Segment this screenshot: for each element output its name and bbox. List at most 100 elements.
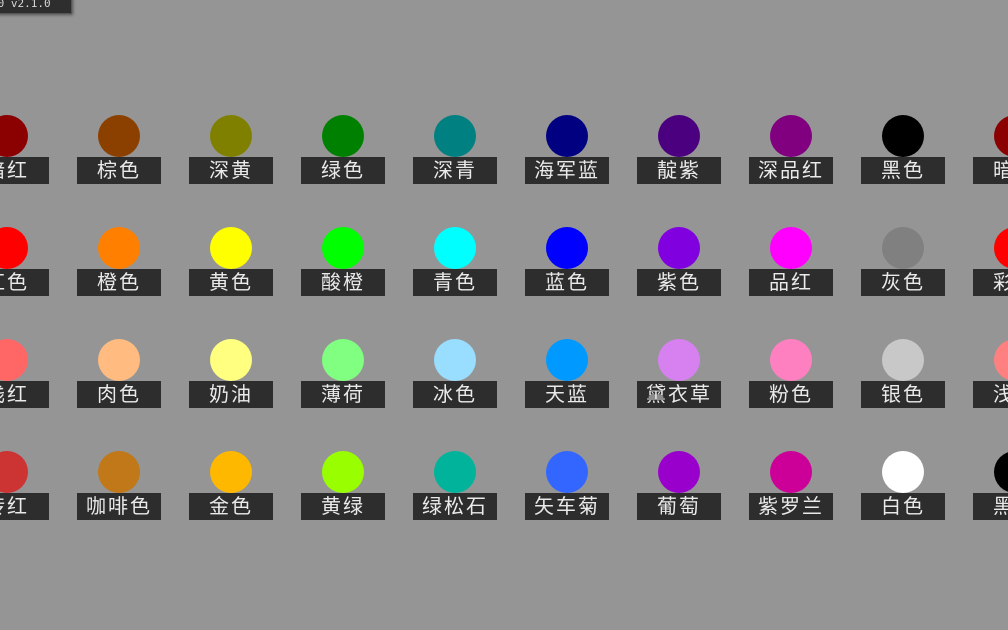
color-dot (770, 451, 812, 493)
color-name-label: 薄荷 (301, 381, 385, 408)
color-name-label: 黑色 (973, 493, 1008, 520)
color-name-label: 靛紫 (637, 157, 721, 184)
color-name-label: 灰色 (861, 269, 945, 296)
color-dot (546, 451, 588, 493)
color-swatch[interactable]: 棕色 (77, 115, 161, 185)
color-name-label: 天蓝 (525, 381, 609, 408)
color-name-label: 品红 (749, 269, 833, 296)
color-swatch[interactable]: 奶油 (189, 339, 273, 409)
color-name-label: 葡萄 (637, 493, 721, 520)
color-dot (994, 115, 1008, 157)
color-name-label: 绿松石 (413, 493, 497, 520)
color-dot (994, 227, 1008, 269)
color-dot (994, 339, 1008, 381)
color-swatch[interactable]: 黛衣草 (637, 339, 721, 409)
color-swatch[interactable]: 黄色 (189, 227, 273, 297)
color-swatch[interactable]: 深青 (413, 115, 497, 185)
color-name-label: 黄绿 (301, 493, 385, 520)
color-swatch[interactable]: 橙色 (77, 227, 161, 297)
color-dot (322, 339, 364, 381)
color-swatch[interactable]: 灰色 (861, 227, 945, 297)
color-swatch[interactable]: 紫罗兰 (749, 451, 833, 521)
color-name-label: 绿色 (301, 157, 385, 184)
color-dot (658, 339, 700, 381)
color-dot (434, 451, 476, 493)
color-swatch[interactable]: 粉色 (749, 339, 833, 409)
color-swatch[interactable]: 蓝色 (525, 227, 609, 297)
color-dot (882, 339, 924, 381)
color-name-label: 黛衣草 (637, 381, 721, 408)
color-name-label: 暗红 (973, 157, 1008, 184)
color-name-label: 黑色 (861, 157, 945, 184)
color-swatch[interactable]: 黑色 (973, 451, 1008, 521)
color-dot (546, 227, 588, 269)
color-dot (658, 451, 700, 493)
color-name-label: 紫罗兰 (749, 493, 833, 520)
color-swatch[interactable]: 青色 (413, 227, 497, 297)
color-swatch[interactable]: 暗红 (0, 115, 49, 185)
color-swatch[interactable]: 品红 (749, 227, 833, 297)
color-swatch[interactable]: 酸橙 (301, 227, 385, 297)
color-swatch[interactable]: 深品红 (749, 115, 833, 185)
color-swatch[interactable]: 浅红 (0, 339, 49, 409)
color-swatch[interactable]: 深黄 (189, 115, 273, 185)
color-name-label: 咖啡色 (77, 493, 161, 520)
color-dot (98, 227, 140, 269)
color-swatch[interactable]: 紫色 (637, 227, 721, 297)
color-dot (994, 451, 1008, 493)
color-name-label: 暗红 (0, 157, 49, 184)
color-swatch[interactable]: 彩红 (973, 227, 1008, 297)
color-dot (210, 339, 252, 381)
color-swatch[interactable]: 冰色 (413, 339, 497, 409)
color-swatch[interactable]: 靛紫 (637, 115, 721, 185)
color-name-label: 肉色 (77, 381, 161, 408)
color-swatch[interactable]: 天蓝 (525, 339, 609, 409)
color-swatch[interactable]: 绿色 (301, 115, 385, 185)
color-swatch[interactable]: 银色 (861, 339, 945, 409)
color-swatch[interactable]: 咖啡色 (77, 451, 161, 521)
color-swatch[interactable]: 海军蓝 (525, 115, 609, 185)
color-swatch[interactable]: 矢车菊 (525, 451, 609, 521)
color-dot (882, 227, 924, 269)
color-swatch[interactable]: 肉色 (77, 339, 161, 409)
color-dot (322, 451, 364, 493)
color-name-label: 浅红 (0, 381, 49, 408)
color-dot (434, 227, 476, 269)
color-name-label: 棕色 (77, 157, 161, 184)
color-name-label: 海军蓝 (525, 157, 609, 184)
color-swatch[interactable]: 金色 (189, 451, 273, 521)
color-name-label: 奶油 (189, 381, 273, 408)
color-swatch[interactable]: 黄绿 (301, 451, 385, 521)
color-dot (434, 115, 476, 157)
color-name-label: 蓝色 (525, 269, 609, 296)
color-swatch[interactable]: 暗红 (973, 115, 1008, 185)
color-dot (770, 339, 812, 381)
color-name-label: 青色 (413, 269, 497, 296)
color-name-label: 粉色 (749, 381, 833, 408)
color-swatch[interactable]: 绿松石 (413, 451, 497, 521)
color-dot (0, 227, 28, 269)
color-dot (546, 115, 588, 157)
color-name-label: 砖红 (0, 493, 49, 520)
color-dot (882, 451, 924, 493)
color-dot (770, 227, 812, 269)
color-name-label: 黄色 (189, 269, 273, 296)
color-dot (98, 339, 140, 381)
color-dot (770, 115, 812, 157)
color-swatch[interactable]: 白色 (861, 451, 945, 521)
color-name-label: 深黄 (189, 157, 273, 184)
color-dot (98, 115, 140, 157)
color-dot (434, 339, 476, 381)
color-swatch[interactable]: 薄荷 (301, 339, 385, 409)
color-swatch[interactable]: 浅红 (973, 339, 1008, 409)
color-swatch[interactable]: 葡萄 (637, 451, 721, 521)
color-swatch[interactable]: 黑色 (861, 115, 945, 185)
color-swatch[interactable]: 红色 (0, 227, 49, 297)
color-dot (0, 451, 28, 493)
color-dot (882, 115, 924, 157)
color-dot (210, 451, 252, 493)
color-dot (0, 115, 28, 157)
color-name-label: 紫色 (637, 269, 721, 296)
color-name-label: 深青 (413, 157, 497, 184)
color-swatch[interactable]: 砖红 (0, 451, 49, 521)
